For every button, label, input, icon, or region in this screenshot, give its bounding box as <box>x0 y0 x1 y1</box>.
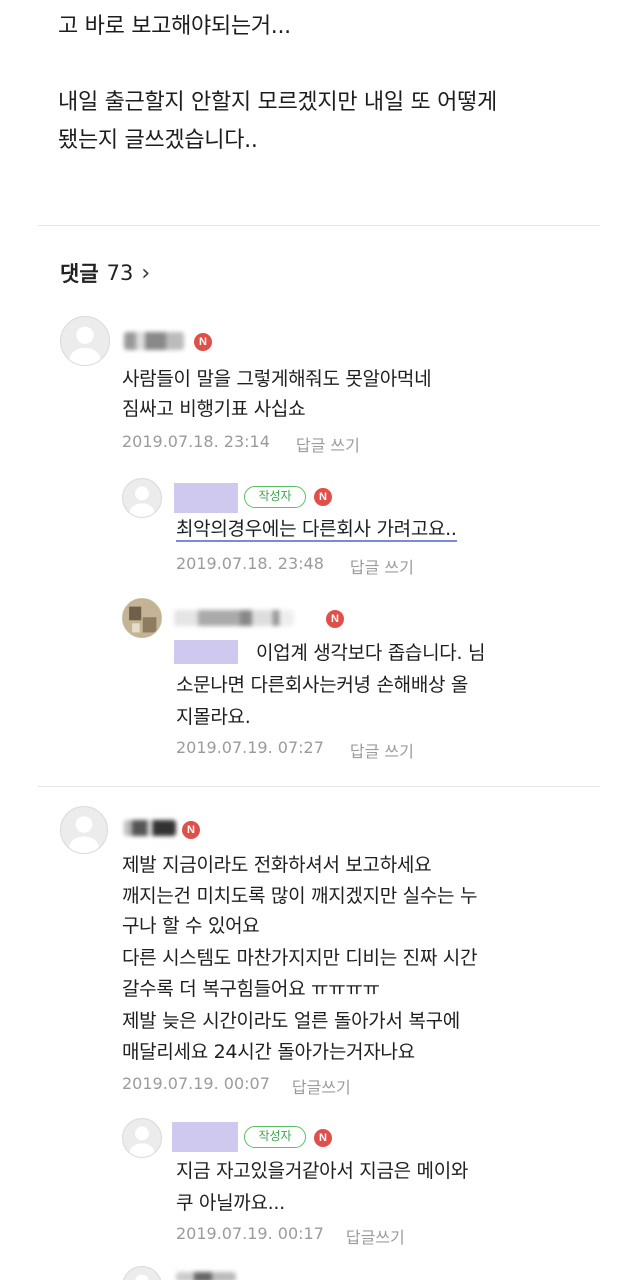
comment-line: 쿠 아닐까요... <box>176 1192 285 1214</box>
avatar-default-icon[interactable] <box>122 1118 162 1158</box>
comment-line: 구나 할 수 있어요 <box>122 915 260 937</box>
comment-meta: 2019.07.18. 23:48 답글 쓰기 <box>176 554 414 578</box>
comment-line: 제발 늦은 시간이라도 얼른 돌아가서 복구에 <box>122 1010 460 1032</box>
mentioned-name-redacted <box>174 640 238 664</box>
comment-line: 사람들이 말을 그렇게해줘도 못알아먹네 <box>122 368 432 390</box>
commenter-name-blurred <box>174 610 294 626</box>
comment-line: 깨지는건 미치도록 많이 깨지겠지만 실수는 누 <box>122 885 478 907</box>
reply-button[interactable]: 답글 쓰기 <box>350 554 414 578</box>
comment-meta: 2019.07.18. 23:14 답글 쓰기 <box>122 432 360 456</box>
chevron-right-icon[interactable]: › <box>141 261 150 286</box>
comment-line: 제발 지금이라도 전화하셔서 보고하세요 <box>122 854 432 876</box>
reply-button[interactable]: 답글 쓰기 <box>350 738 414 762</box>
comment-line: 지몰라요. <box>176 706 251 728</box>
reply-button[interactable]: 답글쓰기 <box>292 1074 351 1098</box>
new-badge-icon: N <box>314 488 332 506</box>
author-name-redacted <box>174 483 238 513</box>
avatar-default-icon[interactable] <box>60 806 108 854</box>
comment-line: 짐싸고 비행기표 사십쇼 <box>122 398 306 420</box>
author-name-redacted <box>172 1122 238 1152</box>
comments-header[interactable]: 댓글 73 › <box>60 258 150 288</box>
comments-count: 73 <box>106 261 134 285</box>
author-tag: 작성자 <box>244 486 306 508</box>
avatar-photo-icon[interactable] <box>122 598 162 638</box>
comment-divider <box>38 786 600 787</box>
comment-meta: 2019.07.19. 07:27 답글 쓰기 <box>176 738 414 762</box>
comment-line: 소문나면 다른회사는커녕 손해배상 올 <box>176 674 469 696</box>
new-badge-icon: N <box>182 821 200 839</box>
comment-line: 이업계 생각보다 좁습니다. 님 <box>256 642 486 664</box>
reply-button[interactable]: 답글쓰기 <box>346 1224 405 1248</box>
author-tag: 작성자 <box>244 1126 306 1148</box>
comment-line: 갈수록 더 복구힘들어요 ㅠㅠㅠㅠ <box>122 978 380 1000</box>
post-text-line-3: 됐는지 글쓰겠습니다.. <box>58 128 258 153</box>
comment-meta: 2019.07.19. 00:17 답글쓰기 <box>176 1224 405 1248</box>
new-badge-icon: N <box>194 333 212 351</box>
comment-line: 다른 시스템도 마찬가지지만 디비는 진짜 시간 <box>122 947 478 969</box>
comment-date: 2019.07.19. 07:27 <box>176 738 324 757</box>
comment-line: 최악의경우에는 다른회사 가려고요.. <box>176 518 457 542</box>
comment-line: 매달리세요 24시간 돌아가는거자나요 <box>122 1041 415 1063</box>
comment-date: 2019.07.18. 23:48 <box>176 554 324 573</box>
comment-line: 지금 자고있을거같아서 지금은 메이와 <box>176 1160 469 1182</box>
commenter-name-blurred <box>124 820 176 836</box>
comment-date: 2019.07.19. 00:17 <box>176 1224 324 1243</box>
post-text-line-2: 내일 출근할지 안할지 모르겠지만 내일 또 어떻게 <box>58 90 497 115</box>
post-divider <box>38 225 600 226</box>
comment-date: 2019.07.18. 23:14 <box>122 432 270 451</box>
reply-button[interactable]: 답글 쓰기 <box>296 432 360 456</box>
avatar-default-icon[interactable] <box>60 316 110 366</box>
avatar-default-icon[interactable] <box>122 478 162 518</box>
commenter-name-blurred <box>176 1272 236 1280</box>
avatar-default-icon[interactable] <box>122 1266 162 1280</box>
commenter-name-blurred <box>124 332 184 350</box>
comments-label: 댓글 <box>60 262 99 286</box>
comment-date: 2019.07.19. 00:07 <box>122 1074 270 1093</box>
new-badge-icon: N <box>314 1129 332 1147</box>
new-badge-icon: N <box>326 610 344 628</box>
comment-meta: 2019.07.19. 00:07 답글쓰기 <box>122 1074 351 1098</box>
post-text-line-1: 고 바로 보고해야되는거... <box>58 14 291 39</box>
